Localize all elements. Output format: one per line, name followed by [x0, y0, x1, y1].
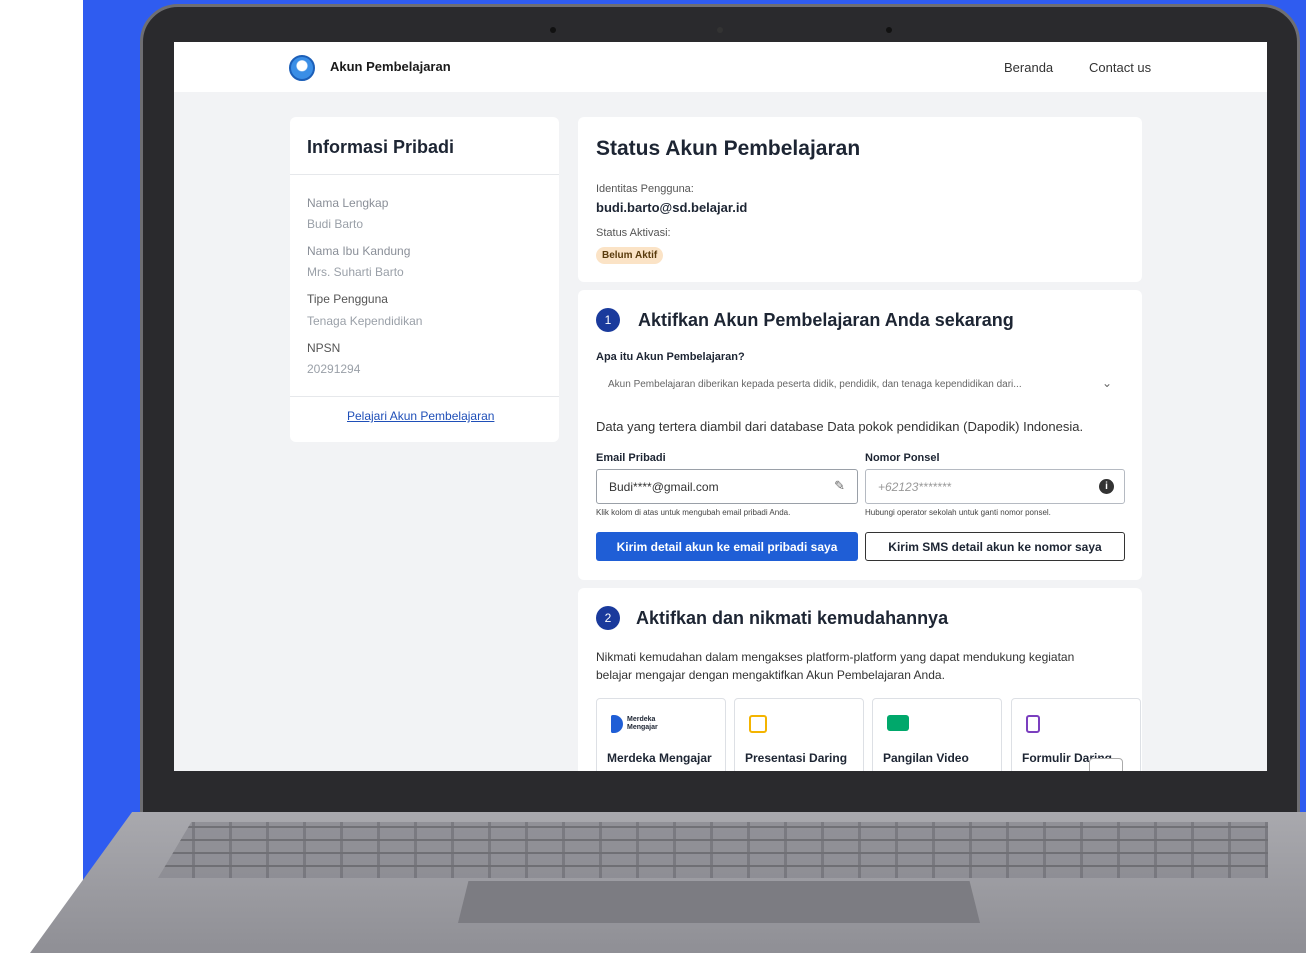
- identity-label: Identitas Pengguna:: [596, 183, 694, 195]
- phone-field: +62123******* i: [865, 469, 1125, 504]
- screen: Akun Pembelajaran Beranda Contact us Inf…: [174, 42, 1267, 771]
- field-label: Nama Lengkap: [307, 196, 389, 210]
- faq-question[interactable]: Apa itu Akun Pembelajaran?: [596, 351, 745, 363]
- personal-info-title: Informasi Pribadi: [307, 137, 455, 157]
- activation-label: Status Aktivasi:: [596, 227, 671, 239]
- field-value: Budi Barto: [307, 217, 364, 231]
- step-number: 1: [596, 308, 620, 332]
- field-label: Tipe Pengguna: [307, 292, 388, 306]
- personal-info-card: Informasi Pribadi Nama Lengkap Budi Bart…: [290, 117, 559, 442]
- field-label: NPSN: [307, 341, 341, 355]
- camera-lens: [717, 27, 723, 33]
- slides-icon: [749, 715, 767, 733]
- divider: [290, 396, 559, 397]
- keyboard: [158, 822, 1268, 878]
- trackpad: [458, 881, 980, 923]
- tile-name: Presentasi Daring: [745, 751, 848, 765]
- status-title: Status Akun Pembelajaran: [596, 137, 861, 160]
- status-badge: Belum Aktif: [596, 247, 664, 264]
- source-note: Data yang tertera diambil dari database …: [596, 419, 1084, 434]
- phone-label: Nomor Ponsel: [865, 452, 940, 464]
- status-card: Status Akun Pembelajaran Identitas Pengg…: [578, 117, 1142, 282]
- field-value: Tenaga Kependidikan: [307, 314, 423, 328]
- carousel-next-button[interactable]: [1089, 758, 1123, 771]
- learn-more-link[interactable]: Pelajari Akun Pembelajaran: [347, 409, 494, 423]
- info-icon[interactable]: i: [1099, 479, 1114, 494]
- field-label: Nama Ibu Kandung: [307, 244, 411, 258]
- tut-wuri-logo-icon[interactable]: [289, 55, 315, 81]
- camera-dot: [550, 27, 556, 33]
- divider: [290, 174, 559, 175]
- email-help: Klik kolom di atas untuk mengubah email …: [596, 508, 791, 517]
- faq-answer: Akun Pembelajaran diberikan kepada peser…: [608, 379, 1022, 390]
- tile-name: Merdeka Mengajar: [607, 751, 712, 765]
- field-value: Mrs. Suharti Barto: [307, 265, 404, 279]
- send-sms-button[interactable]: Kirim SMS detail akun ke nomor saya: [865, 532, 1125, 561]
- nav-contact-us[interactable]: Contact us: [1089, 60, 1151, 75]
- step2-title: Aktifkan dan nikmati kemudahannya: [636, 608, 949, 628]
- brand-name[interactable]: Akun Pembelajaran: [330, 59, 451, 74]
- merdeka-logo-text: Merdeka Mengajar: [627, 716, 658, 731]
- nav-beranda[interactable]: Beranda: [1004, 60, 1053, 75]
- identity-value: budi.barto@sd.belajar.id: [596, 200, 748, 215]
- forms-icon: [1026, 715, 1040, 733]
- step2-description: Nikmati kemudahan dalam mengakses platfo…: [596, 650, 1075, 664]
- platform-tile-presentasi-daring[interactable]: Presentasi Daring: [734, 698, 864, 771]
- pencil-icon[interactable]: ✎: [834, 478, 845, 494]
- camera-dot: [886, 27, 892, 33]
- merdeka-mengajar-logo: [611, 715, 623, 733]
- step1-title: Aktifkan Akun Pembelajaran Anda sekarang: [638, 310, 1014, 330]
- field-value: 20291294: [307, 362, 361, 376]
- step-number: 2: [596, 606, 620, 630]
- send-email-button[interactable]: Kirim detail akun ke email pribadi saya: [596, 532, 858, 561]
- phone-help: Hubungi operator sekolah untuk ganti nom…: [865, 508, 1051, 517]
- step1-card: 1 Aktifkan Akun Pembelajaran Anda sekara…: [578, 290, 1142, 580]
- tile-name: Pangilan Video: [883, 751, 969, 765]
- email-label: Email Pribadi: [596, 452, 666, 464]
- chevron-down-icon[interactable]: ⌄: [1102, 376, 1112, 390]
- email-value: Budi****@gmail.com: [609, 480, 719, 494]
- top-navbar: Akun Pembelajaran Beranda Contact us: [174, 42, 1267, 92]
- platform-tile-merdeka-mengajar[interactable]: Merdeka Mengajar Merdeka Mengajar: [596, 698, 726, 771]
- platform-tile-pangilan-video[interactable]: Pangilan Video: [872, 698, 1002, 771]
- phone-value: +62123*******: [878, 480, 952, 494]
- video-call-icon: [887, 715, 909, 731]
- step2-description: belajar mengajar dengan mengaktifkan Aku…: [596, 668, 945, 682]
- email-field[interactable]: Budi****@gmail.com ✎: [596, 469, 858, 504]
